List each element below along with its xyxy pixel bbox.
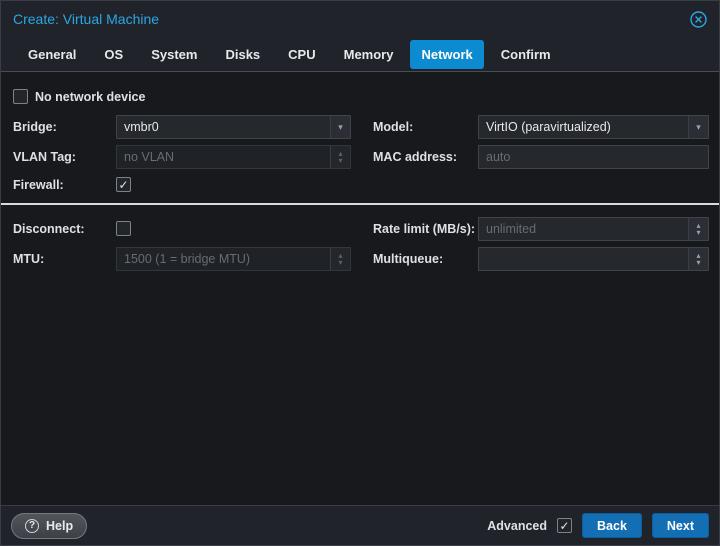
model-label: Model: — [373, 120, 414, 134]
tab-cpu[interactable]: CPU — [277, 40, 326, 69]
tab-bar: General OS System Disks CPU Memory Netwo… — [1, 37, 719, 72]
advanced-label: Advanced — [487, 518, 548, 533]
mac-address-placeholder: auto — [486, 150, 511, 164]
rate-limit-label: Rate limit (MB/s): — [373, 222, 476, 236]
bridge-select[interactable]: vmbr0 ▾ — [116, 115, 351, 139]
help-button-label: Help — [46, 518, 74, 533]
advanced-section-divider — [1, 203, 719, 205]
mac-address-label: MAC address: — [373, 150, 458, 164]
multiqueue-value — [479, 248, 688, 270]
up-down-arrows-icon: ▴ ▾ — [330, 146, 350, 168]
rate-limit-placeholder: unlimited — [486, 222, 537, 236]
create-vm-dialog: Create: Virtual Machine General OS Syste… — [0, 0, 720, 546]
model-value: VirtIO (paravirtualized) — [486, 120, 611, 134]
mtu-label: MTU: — [13, 252, 45, 266]
tab-general[interactable]: General — [17, 40, 87, 69]
help-icon: ? — [25, 518, 39, 533]
network-tab-panel: No network device Bridge: vmbr0 ▾ Model:… — [1, 73, 719, 505]
rate-limit-input[interactable]: unlimited ▴ ▾ — [478, 217, 709, 241]
up-down-arrows-icon[interactable]: ▴ ▾ — [688, 248, 708, 270]
tab-network[interactable]: Network — [410, 39, 484, 69]
up-down-arrows-icon: ▴ ▾ — [330, 248, 350, 270]
no-network-device-label: No network device — [35, 90, 146, 104]
next-button[interactable]: Next — [651, 513, 709, 538]
dialog-title: Create: Virtual Machine — [13, 11, 160, 27]
mtu-placeholder: 1500 (1 = bridge MTU) — [124, 252, 251, 266]
firewall-checkbox[interactable] — [116, 177, 131, 192]
bridge-label: Bridge: — [13, 120, 57, 134]
help-button[interactable]: ? Help — [11, 512, 88, 539]
advanced-checkbox[interactable] — [557, 518, 573, 533]
no-network-device-checkbox[interactable] — [13, 89, 28, 104]
tab-system[interactable]: System — [140, 40, 208, 69]
tab-disks[interactable]: Disks — [214, 40, 271, 69]
disconnect-label: Disconnect: — [13, 222, 85, 236]
tab-confirm[interactable]: Confirm — [490, 40, 562, 69]
up-down-arrows-icon[interactable]: ▴ ▾ — [688, 218, 708, 240]
tab-os[interactable]: OS — [93, 40, 134, 69]
tab-memory[interactable]: Memory — [333, 40, 405, 69]
back-button[interactable]: Back — [582, 513, 642, 538]
chevron-down-icon[interactable]: ▾ — [688, 116, 708, 138]
vlan-tag-input: no VLAN ▴ ▾ — [116, 145, 351, 169]
firewall-label: Firewall: — [13, 178, 64, 192]
model-select[interactable]: VirtIO (paravirtualized) ▾ — [478, 115, 709, 139]
close-icon[interactable] — [690, 10, 707, 28]
vlan-tag-placeholder: no VLAN — [124, 150, 175, 164]
chevron-down-icon[interactable]: ▾ — [330, 116, 350, 138]
multiqueue-label: Multiqueue: — [373, 252, 444, 266]
mac-address-input[interactable]: auto — [478, 145, 709, 169]
back-button-label: Back — [597, 518, 627, 533]
disconnect-checkbox[interactable] — [116, 221, 131, 236]
next-button-label: Next — [666, 518, 694, 533]
dialog-footer: ? Help Advanced Back Next — [1, 505, 719, 545]
vlan-tag-label: VLAN Tag: — [13, 150, 76, 164]
bridge-value: vmbr0 — [124, 120, 159, 134]
mtu-input: 1500 (1 = bridge MTU) ▴ ▾ — [116, 247, 351, 271]
dialog-titlebar: Create: Virtual Machine — [1, 1, 719, 37]
multiqueue-input[interactable]: ▴ ▾ — [478, 247, 709, 271]
